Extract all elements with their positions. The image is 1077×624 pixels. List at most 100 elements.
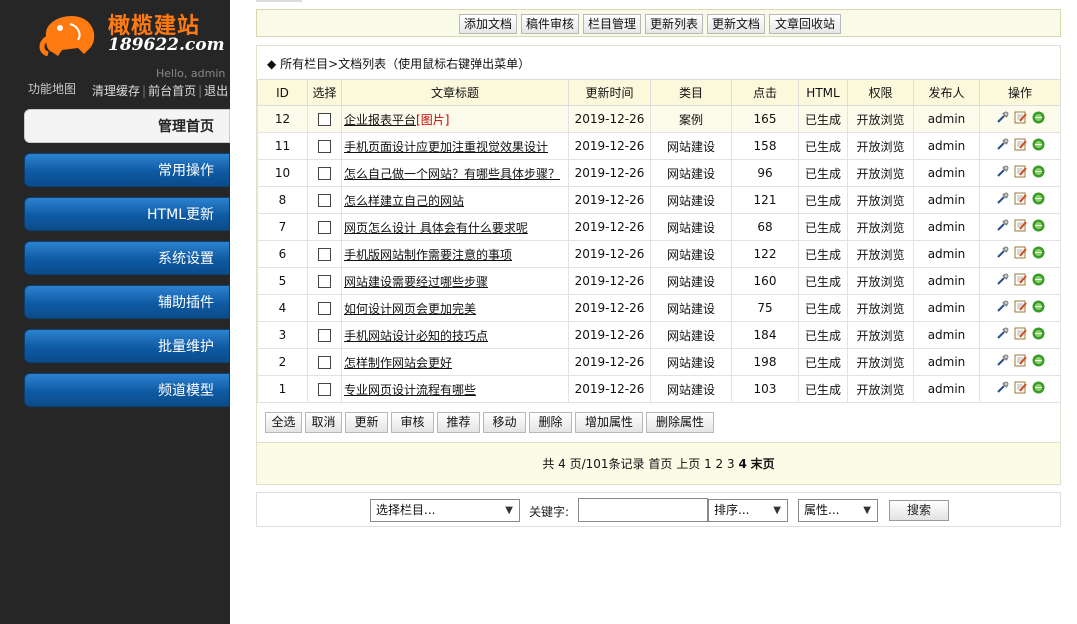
preview-icon[interactable] <box>1032 192 1045 208</box>
recycle-bin-button[interactable]: 文章回收站 <box>769 14 841 34</box>
logout-link[interactable]: 退出 <box>204 84 228 98</box>
row-checkbox[interactable] <box>318 167 331 180</box>
menu-plugins[interactable]: 辅助插件 <box>24 285 230 319</box>
preview-icon[interactable] <box>1032 111 1045 127</box>
row-title-link[interactable]: 手机页面设计应更加注重视觉效果设计 <box>344 140 548 154</box>
row-title-link[interactable]: 怎么样建立自己的网站 <box>344 194 464 208</box>
preview-icon[interactable] <box>1032 165 1045 181</box>
preview-icon[interactable] <box>1032 219 1045 235</box>
remove-attribute-button[interactable]: 删除属性 <box>646 412 714 433</box>
row-checkbox[interactable] <box>318 221 331 234</box>
pager-page-1[interactable]: 1 <box>704 457 712 471</box>
row-checkbox[interactable] <box>318 194 331 207</box>
edit-properties-icon[interactable] <box>996 300 1009 316</box>
delete-button[interactable]: 删除 <box>529 412 572 433</box>
row-title-link[interactable]: 如何设计网页会更加完美 <box>344 302 476 316</box>
row-author: admin <box>913 159 980 187</box>
chevron-down-icon: ▼ <box>505 505 513 516</box>
row-title-link[interactable]: 网站建设需要经过哪些步骤 <box>344 275 488 289</box>
edit-document-icon[interactable] <box>1014 327 1027 343</box>
sitemap-link[interactable]: 功能地图 <box>28 80 76 97</box>
sort-select[interactable]: 排序... ▼ <box>708 499 788 522</box>
row-title-link[interactable]: 手机版网站制作需要注意的事项 <box>344 248 512 262</box>
row-checkbox[interactable] <box>318 248 331 261</box>
edit-properties-icon[interactable] <box>996 138 1009 154</box>
row-checkbox[interactable] <box>318 140 331 153</box>
preview-icon[interactable] <box>1032 138 1045 154</box>
edit-document-icon[interactable] <box>1014 192 1027 208</box>
row-checkbox[interactable] <box>318 275 331 288</box>
edit-document-icon[interactable] <box>1014 381 1027 397</box>
approve-button[interactable]: 审核 <box>391 412 434 433</box>
row-title-link[interactable]: 专业网页设计流程有哪些 <box>344 383 476 397</box>
pager-page-3[interactable]: 3 <box>727 457 735 471</box>
category-select[interactable]: 选择栏目... ▼ <box>370 499 520 522</box>
edit-properties-icon[interactable] <box>996 111 1009 127</box>
menu-home[interactable]: 管理首页 <box>24 109 230 143</box>
preview-icon[interactable] <box>1032 300 1045 316</box>
row-title-link[interactable]: 怎样制作网站会更好 <box>344 356 452 370</box>
pager-prev[interactable]: 上页 <box>676 457 700 471</box>
pager-last[interactable]: 末页 <box>751 457 775 471</box>
top-tab-stub <box>256 0 302 2</box>
row-select-cell <box>307 321 342 349</box>
row-permission: 开放浏览 <box>847 321 914 349</box>
update-list-button[interactable]: 更新列表 <box>645 14 703 34</box>
move-button[interactable]: 移动 <box>483 412 526 433</box>
row-checkbox[interactable] <box>318 113 331 126</box>
preview-icon[interactable] <box>1032 354 1045 370</box>
menu-channel-model[interactable]: 频道模型 <box>24 373 230 407</box>
row-checkbox[interactable] <box>318 329 331 342</box>
edit-document-icon[interactable] <box>1014 273 1027 289</box>
edit-document-icon[interactable] <box>1014 354 1027 370</box>
frontend-home-link[interactable]: 前台首页 <box>148 84 196 98</box>
row-checkbox[interactable] <box>318 383 331 396</box>
edit-properties-icon[interactable] <box>996 219 1009 235</box>
add-document-button[interactable]: 添加文档 <box>459 14 517 34</box>
row-checkbox[interactable] <box>318 302 331 315</box>
row-permission: 开放浏览 <box>847 240 914 268</box>
select-all-button[interactable]: 全选 <box>265 412 302 433</box>
edit-document-icon[interactable] <box>1014 165 1027 181</box>
menu-system-settings[interactable]: 系统设置 <box>24 241 230 275</box>
edit-properties-icon[interactable] <box>996 165 1009 181</box>
edit-properties-icon[interactable] <box>996 246 1009 262</box>
edit-properties-icon[interactable] <box>996 327 1009 343</box>
keyword-input[interactable] <box>578 498 708 522</box>
edit-document-icon[interactable] <box>1014 300 1027 316</box>
row-title-link[interactable]: 网页怎么设计 具体会有什么要求呢 <box>344 221 528 235</box>
menu-html-update[interactable]: HTML更新 <box>24 197 230 231</box>
add-attribute-button[interactable]: 增加属性 <box>575 412 643 433</box>
edit-properties-icon[interactable] <box>996 192 1009 208</box>
edit-document-icon[interactable] <box>1014 111 1027 127</box>
row-title-link[interactable]: 手机网站设计必知的技巧点 <box>344 329 488 343</box>
update-button[interactable]: 更新 <box>345 412 388 433</box>
clear-cache-link[interactable]: 清理缓存 <box>92 84 140 98</box>
search-button[interactable]: 搜索 <box>889 500 949 521</box>
edit-properties-icon[interactable] <box>996 381 1009 397</box>
pager-page-2[interactable]: 2 <box>716 457 724 471</box>
row-checkbox[interactable] <box>318 356 331 369</box>
review-button[interactable]: 稿件审核 <box>521 14 579 34</box>
preview-icon[interactable] <box>1032 273 1045 289</box>
menu-common-ops[interactable]: 常用操作 <box>24 153 230 187</box>
edit-document-icon[interactable] <box>1014 219 1027 235</box>
edit-properties-icon[interactable] <box>996 354 1009 370</box>
update-document-button[interactable]: 更新文档 <box>707 14 765 34</box>
preview-icon[interactable] <box>1032 381 1045 397</box>
row-title-link[interactable]: 企业报表平台 <box>344 113 416 127</box>
edit-document-icon[interactable] <box>1014 138 1027 154</box>
category-manage-button[interactable]: 栏目管理 <box>583 14 641 34</box>
edit-properties-icon[interactable] <box>996 273 1009 289</box>
row-title-link[interactable]: 怎么自己做一个网站？有哪些具体步骤？ <box>344 167 560 181</box>
row-permission: 开放浏览 <box>847 213 914 241</box>
pager-first[interactable]: 首页 <box>648 457 672 471</box>
preview-icon[interactable] <box>1032 246 1045 262</box>
attribute-select[interactable]: 属性... ▼ <box>798 499 878 522</box>
recommend-button[interactable]: 推荐 <box>437 412 480 433</box>
keyword-label: 关键字: <box>529 505 570 519</box>
menu-batch[interactable]: 批量维护 <box>24 329 230 363</box>
preview-icon[interactable] <box>1032 327 1045 343</box>
cancel-button[interactable]: 取消 <box>305 412 342 433</box>
edit-document-icon[interactable] <box>1014 246 1027 262</box>
